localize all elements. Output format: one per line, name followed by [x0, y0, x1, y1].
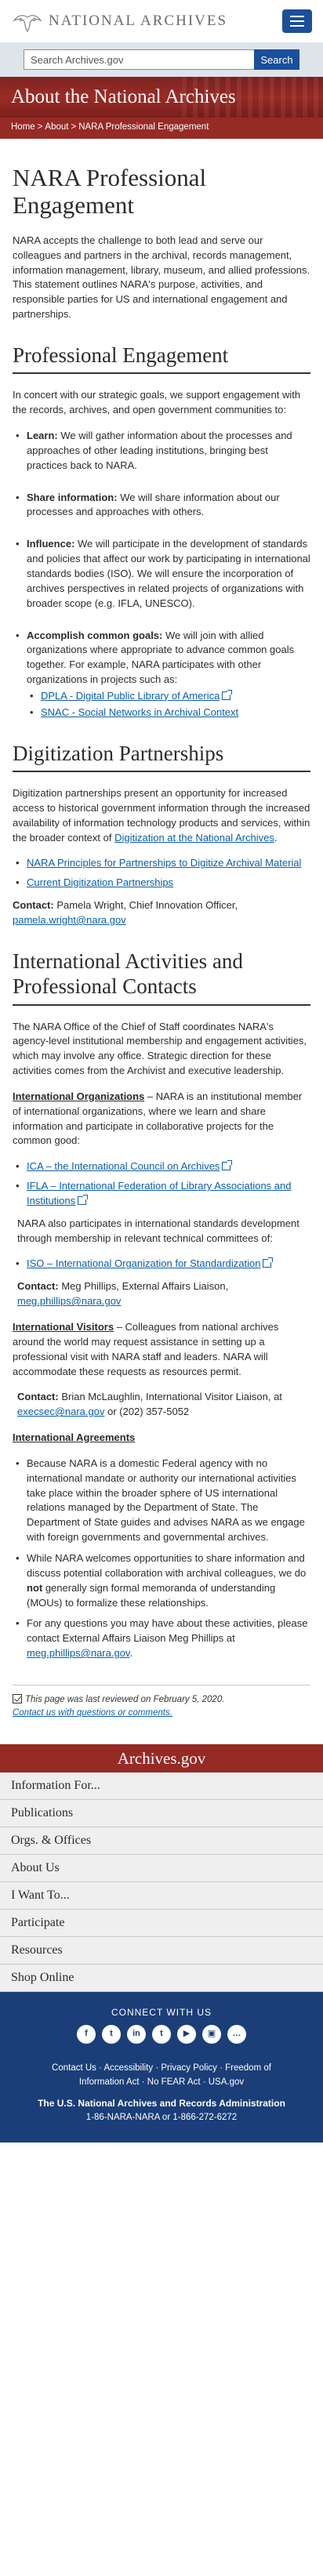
- eagle-logo-icon: [13, 15, 42, 33]
- digitization-contact: Contact: Pamela Wright, Chief Innovation…: [13, 899, 238, 926]
- footer-nav-resources[interactable]: Resources: [0, 1937, 323, 1965]
- footer-nav-about-us[interactable]: About Us: [0, 1855, 323, 1883]
- email-link[interactable]: pamela.wright@nara.gov: [13, 914, 126, 926]
- snac-link[interactable]: SNAC - Social Networks in Archival Conte…: [41, 706, 238, 718]
- digitization-links: NARA Principles for Partnerships to Digi…: [13, 856, 310, 891]
- ifla-link[interactable]: IFLA – International Federation of Libra…: [27, 1180, 291, 1206]
- external-link-icon: [263, 1257, 274, 1268]
- principles-link[interactable]: NARA Principles for Partnerships to Digi…: [27, 857, 301, 869]
- footer-nav-participate[interactable]: Participate: [0, 1910, 323, 1938]
- list-item: Influence: We will participate in the de…: [13, 537, 310, 611]
- checkbox-icon: [13, 1693, 22, 1703]
- footer-links: Contact Us · Accessibility · Privacy Pol…: [8, 2061, 315, 2090]
- org-links: ICA – the International Council on Archi…: [13, 1159, 310, 1209]
- site-footer: CONNECT WITH US f t in t ▶ ▣ … Contact U…: [0, 1992, 323, 2143]
- digitization-link[interactable]: Digitization at the National Archives: [114, 832, 274, 844]
- tumblr-icon[interactable]: t: [152, 2024, 171, 2044]
- footer-nav: Information For... Publications Orgs. & …: [0, 1772, 323, 1993]
- menu-button[interactable]: [282, 9, 312, 33]
- international-intro: The NARA Office of the Chief of Staff co…: [13, 1020, 307, 1077]
- external-link-icon: [78, 1194, 89, 1205]
- site-header: NATIONAL ARCHIVES: [0, 0, 323, 42]
- dpla-link[interactable]: DPLA - Digital Public Library of America: [41, 690, 220, 702]
- search-input[interactable]: [24, 49, 254, 70]
- professional-lead: In concert with our strategic goals, we …: [13, 389, 301, 416]
- logo-text: NATIONAL ARCHIVES: [49, 13, 228, 30]
- list-item: Because NARA is a domestic Federal agenc…: [13, 1457, 310, 1545]
- list-item: Learn: We will gather information about …: [13, 429, 310, 473]
- visitors-contact: Contact: Brian McLaughlin, International…: [17, 1391, 282, 1418]
- footer-nav-shop-online[interactable]: Shop Online: [0, 1965, 323, 1993]
- footer-nav-information-for[interactable]: Information For...: [0, 1772, 323, 1801]
- engagement-list: Learn: We will gather information about …: [13, 429, 310, 720]
- footer-org-name: The U.S. National Archives and Records A…: [38, 2098, 285, 2110]
- breadcrumb-home[interactable]: Home: [11, 122, 35, 132]
- breadcrumb-about[interactable]: About: [45, 122, 68, 132]
- list-item: Share information: We will share informa…: [13, 491, 310, 521]
- youtube-icon[interactable]: ▶: [177, 2024, 196, 2044]
- intro-paragraph: NARA accepts the challenge to both lead …: [13, 234, 310, 321]
- visitors-paragraph: International Visitors – Colleagues from…: [13, 1321, 279, 1377]
- heading-professional-engagement: Professional Engagement: [13, 343, 310, 375]
- page-title: NARA Professional Engagement: [13, 163, 207, 220]
- more-icon[interactable]: …: [227, 2024, 246, 2044]
- section-banner: About the National Archives: [0, 77, 323, 118]
- hamburger-icon: [290, 16, 304, 17]
- facebook-icon[interactable]: f: [77, 2024, 96, 2044]
- contact-us-link[interactable]: Contact us with questions or comments.: [13, 1708, 172, 1718]
- breadcrumb-current: NARA Professional Engagement: [78, 122, 209, 132]
- agreements-heading: International Agreements: [13, 1431, 136, 1444]
- twitter-icon[interactable]: t: [102, 2024, 121, 2044]
- main-content: NARA Professional Engagement NARA accept…: [0, 139, 323, 1740]
- archives-gov-bar[interactable]: Archives.gov: [0, 1744, 323, 1773]
- external-link-icon: [222, 1160, 233, 1171]
- digitization-paragraph: Digitization partnerships present an opp…: [13, 786, 310, 844]
- instagram-icon[interactable]: in: [127, 2024, 146, 2044]
- page-reviewed-note: This page was last reviewed on February …: [13, 1684, 310, 1719]
- breadcrumb: Home > About > NARA Professional Engagement: [0, 118, 323, 139]
- list-item: For any questions you may have about the…: [13, 1616, 310, 1661]
- site-logo[interactable]: NATIONAL ARCHIVES: [13, 9, 227, 33]
- search-button[interactable]: Search: [254, 49, 299, 70]
- footer-links-line[interactable]: Information Act · No FEAR Act · USA.gov: [8, 2075, 315, 2089]
- iso-links: ISO – International Organization for Sta…: [13, 1257, 310, 1272]
- social-links: f t in t ▶ ▣ …: [8, 2024, 315, 2044]
- footer-nav-i-want-to[interactable]: I Want To...: [0, 1882, 323, 1910]
- agreements-list: Because NARA is a domestic Federal agenc…: [13, 1457, 310, 1661]
- current-partnerships-link[interactable]: Current Digitization Partnerships: [27, 876, 173, 888]
- banner-title: About the National Archives: [11, 85, 236, 107]
- list-item: While NARA welcomes opportunities to sha…: [13, 1551, 310, 1610]
- email-link[interactable]: meg.phillips@nara.gov: [27, 1647, 129, 1659]
- footer-nav-publications[interactable]: Publications: [0, 1800, 323, 1828]
- orgs-contact: Contact: Meg Phillips, External Affairs …: [17, 1280, 229, 1308]
- flickr-icon[interactable]: ▣: [202, 2024, 221, 2044]
- email-link[interactable]: execsec@nara.gov: [17, 1406, 104, 1417]
- footer-phones: 1-86-NARA-NARA or 1-866-272-6272: [85, 2112, 238, 2122]
- project-links: DPLA - Digital Public Library of America…: [27, 689, 310, 720]
- standards-paragraph: NARA also participates in international …: [17, 1217, 299, 1244]
- iso-link[interactable]: ISO – International Organization for Sta…: [27, 1257, 260, 1269]
- international-orgs: International Organizations – NARA is an…: [13, 1090, 303, 1147]
- list-item: Accomplish common goals: We will join wi…: [13, 629, 310, 720]
- connect-heading: CONNECT WITH US: [111, 2007, 212, 2019]
- search-bar: Search: [0, 42, 323, 77]
- heading-international: International Activities and Professiona…: [13, 949, 310, 1006]
- email-link[interactable]: meg.phillips@nara.gov: [17, 1295, 121, 1307]
- ica-link[interactable]: ICA – the International Council on Archi…: [27, 1160, 220, 1172]
- footer-nav-orgs-offices[interactable]: Orgs. & Offices: [0, 1827, 323, 1856]
- external-link-icon: [222, 689, 233, 700]
- heading-digitization-partnerships: Digitization Partnerships: [13, 741, 310, 772]
- footer-links-line[interactable]: Contact Us · Accessibility · Privacy Pol…: [8, 2061, 315, 2075]
